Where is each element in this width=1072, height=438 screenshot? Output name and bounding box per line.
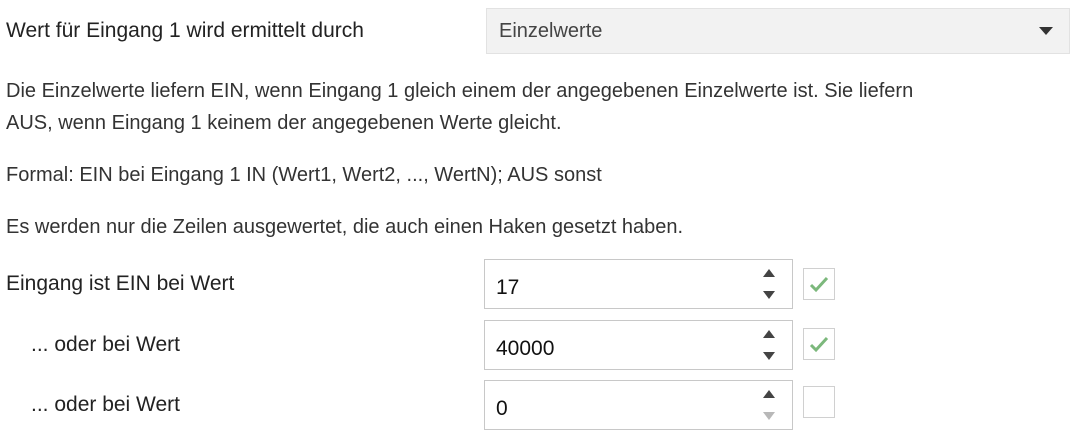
value-input-2[interactable] (485, 321, 735, 369)
decrement-button[interactable] (757, 345, 781, 367)
description-line-1: Die Einzelwerte liefern EIN, wenn Eingan… (6, 80, 914, 102)
increment-button[interactable] (757, 323, 781, 345)
arrow-up-icon (763, 330, 775, 338)
spin-arrows (746, 260, 792, 308)
value-spinbox-2 (484, 320, 793, 370)
evaluation-dropdown[interactable]: Einzelwerte (486, 8, 1070, 54)
row-enable-checkbox-3[interactable] (803, 386, 835, 418)
arrow-down-icon (763, 352, 775, 360)
row-enable-checkbox-1[interactable] (803, 268, 835, 300)
increment-button[interactable] (757, 262, 781, 284)
evaluation-label: Wert für Eingang 1 wird ermittelt durch (6, 19, 364, 42)
increment-button[interactable] (757, 383, 781, 405)
checked-rows-note: Es werden nur die Zeilen ausgewertet, di… (6, 216, 684, 238)
arrow-up-icon (763, 390, 775, 398)
arrow-down-icon (763, 412, 775, 420)
value-spinbox-1 (484, 259, 793, 309)
check-icon (809, 276, 829, 293)
row-enable-checkbox-2[interactable] (803, 328, 835, 360)
arrow-up-icon (763, 269, 775, 277)
spin-arrows (746, 321, 792, 369)
decrement-button[interactable] (757, 284, 781, 306)
formal-description: Formal: EIN bei Eingang 1 IN (Wert1, Wer… (6, 164, 602, 186)
check-icon (809, 336, 829, 353)
value-row-label-2: ... oder bei Wert (31, 333, 181, 356)
value-row-label-3: ... oder bei Wert (31, 393, 181, 416)
value-row-label-1: Eingang ist EIN bei Wert (6, 272, 235, 295)
value-input-3[interactable] (485, 381, 735, 429)
evaluation-selected-value: Einzelwerte (499, 20, 603, 42)
caret-down-icon (1039, 27, 1053, 35)
spin-arrows (746, 381, 792, 429)
decrement-button[interactable] (757, 405, 781, 427)
value-input-1[interactable] (485, 260, 735, 308)
description-line-2: AUS, wenn Eingang 1 keinem der angegeben… (6, 112, 562, 134)
value-spinbox-3 (484, 380, 793, 430)
arrow-down-icon (763, 291, 775, 299)
